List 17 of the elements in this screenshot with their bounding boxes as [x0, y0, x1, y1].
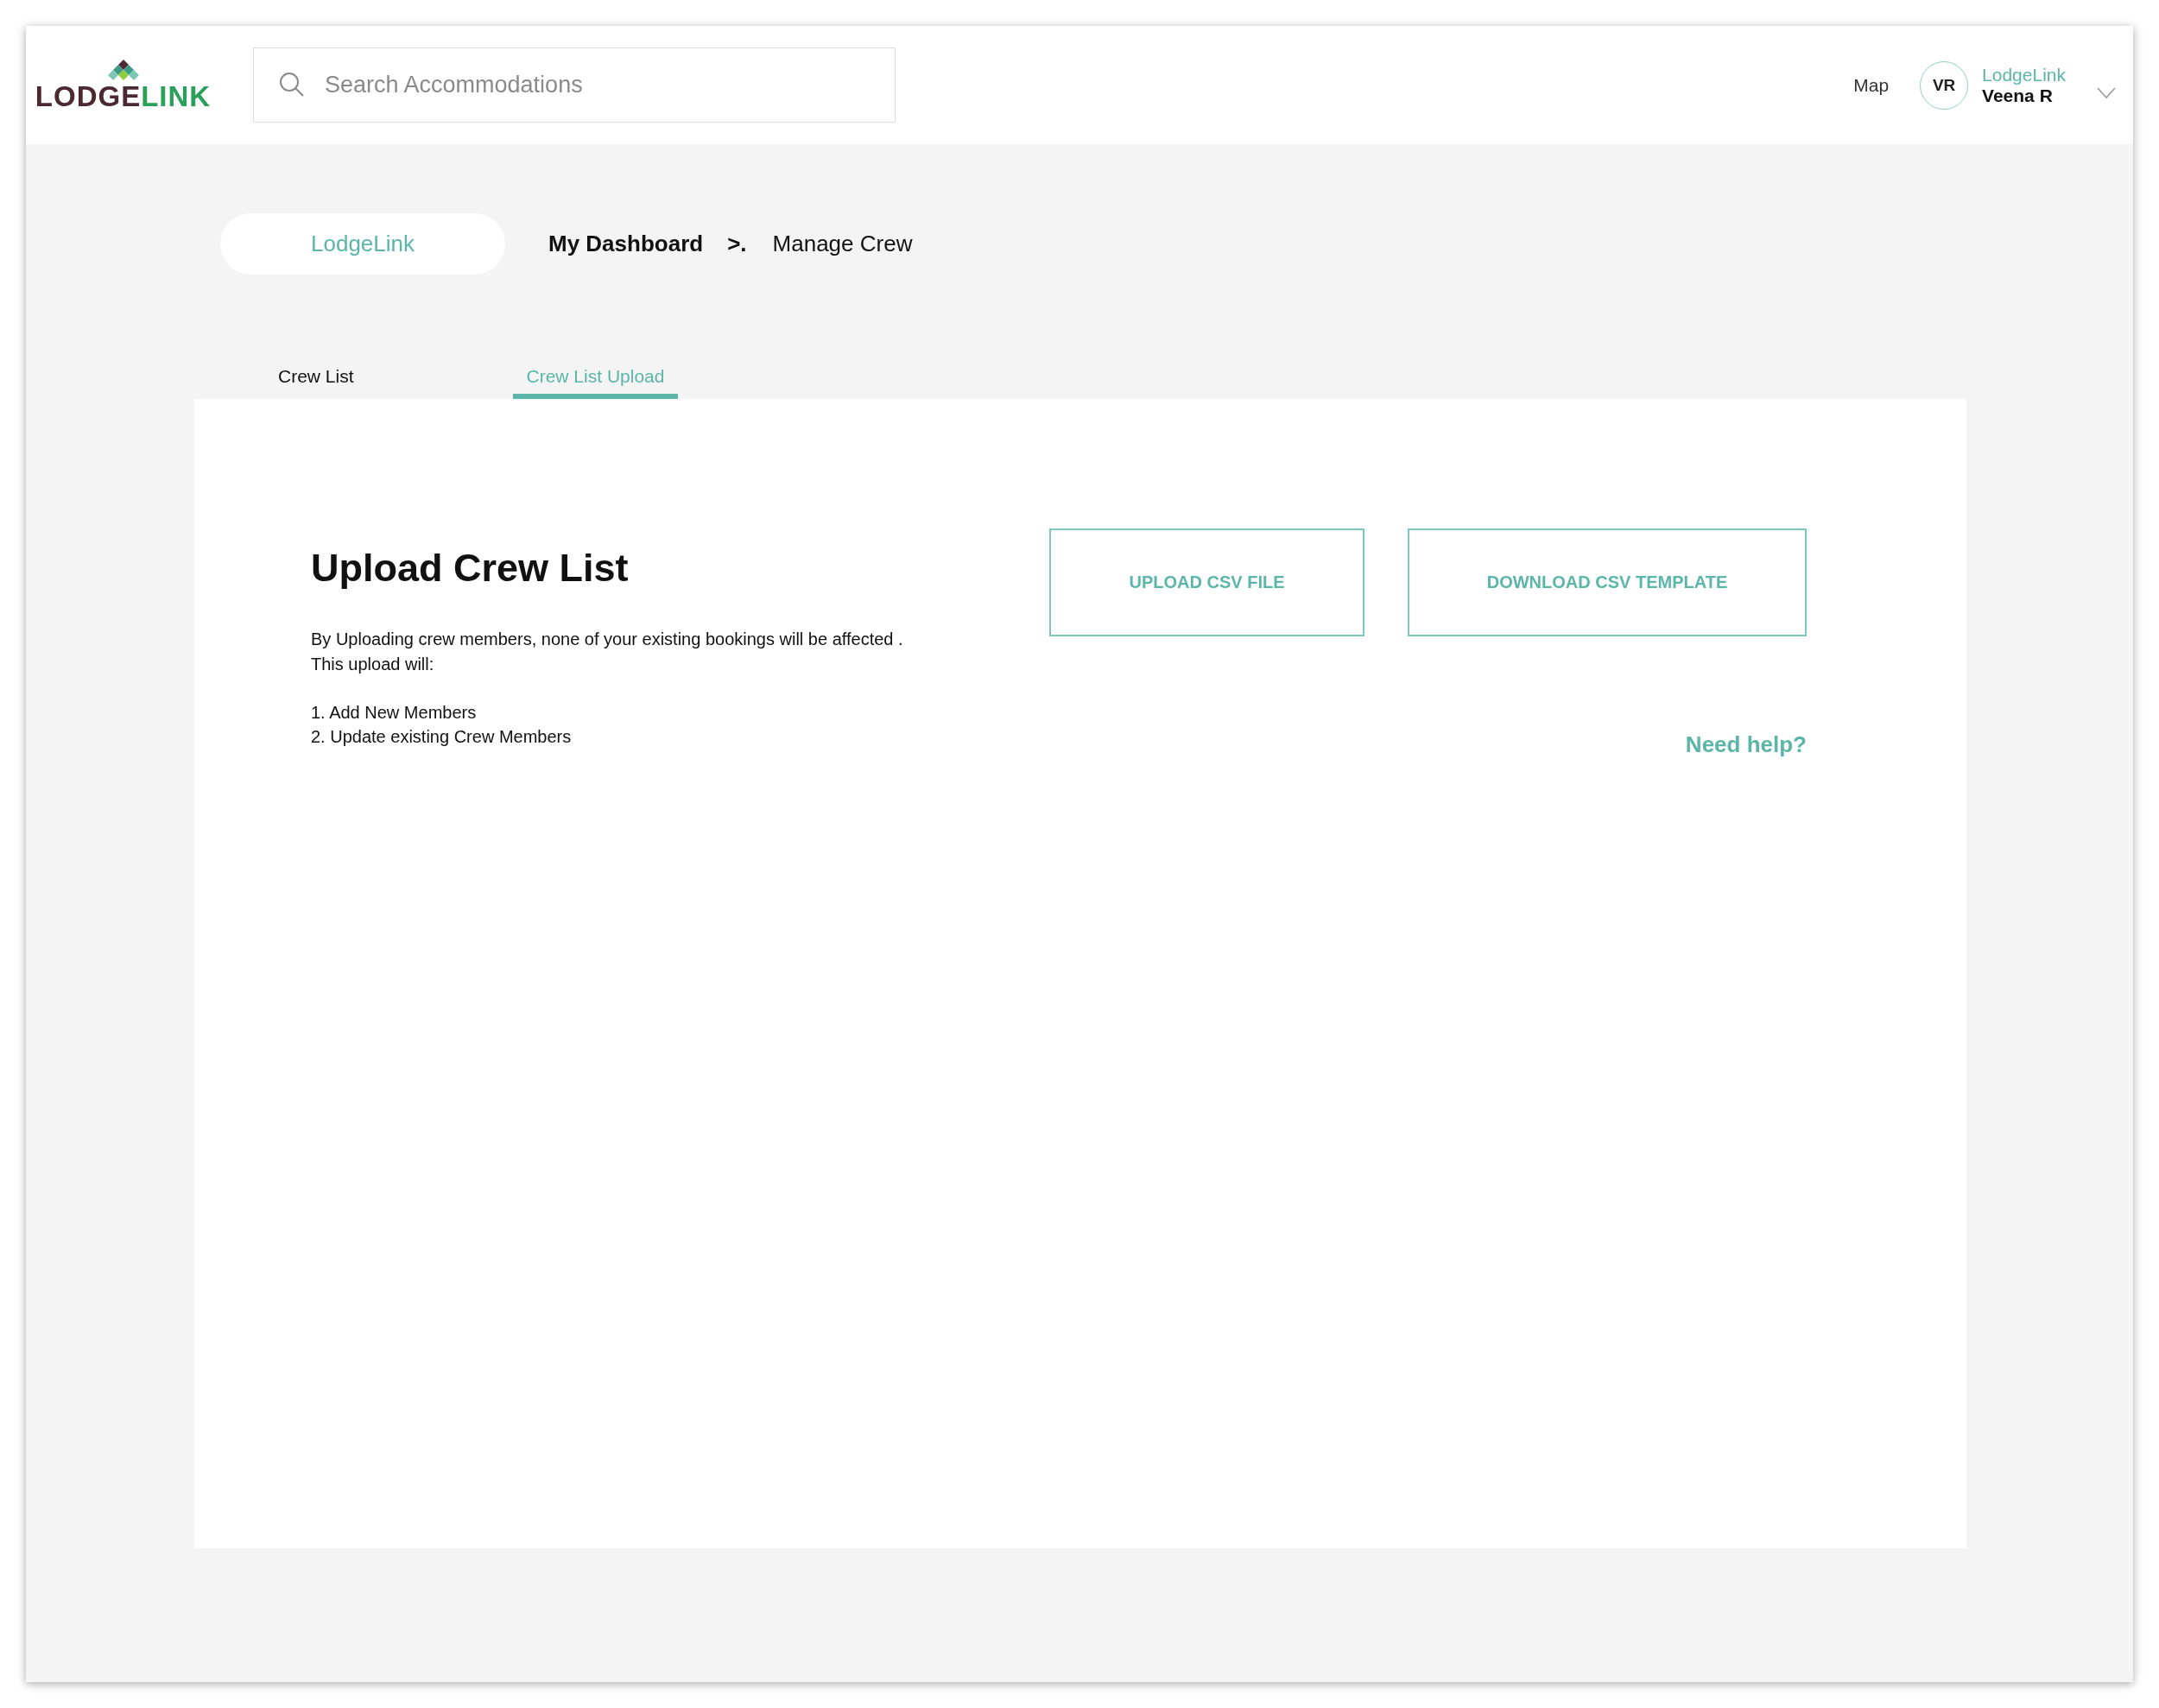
search-icon: [279, 72, 305, 98]
logo-wordmark[interactable]: LODGELINK: [35, 82, 212, 111]
user-name: Veena R: [1982, 85, 2054, 106]
diamond-logo-icon: [107, 60, 139, 82]
search-field[interactable]: Search Accommodations: [253, 47, 896, 123]
tab[interactable]: Crew List: [264, 366, 368, 399]
description-text: By Uploading crew members, none of your existing bookings will be affected .: [311, 629, 903, 650]
page-title: Upload Crew List: [311, 546, 630, 591]
company-name: LodgeLink: [1982, 64, 2066, 85]
step-text: 2. Update existing Crew Members: [311, 726, 573, 748]
breadcrumb-link[interactable]: My Dashboard: [548, 231, 704, 257]
breadcrumb-separator: >.: [727, 231, 747, 257]
chevron-down-icon[interactable]: [2097, 86, 2116, 99]
map-link[interactable]: Map: [1853, 74, 1890, 96]
breadcrumb-current: Manage Crew: [772, 231, 913, 257]
step-text: 1. Add New Members: [311, 702, 478, 724]
description-text: This upload will:: [311, 654, 435, 675]
